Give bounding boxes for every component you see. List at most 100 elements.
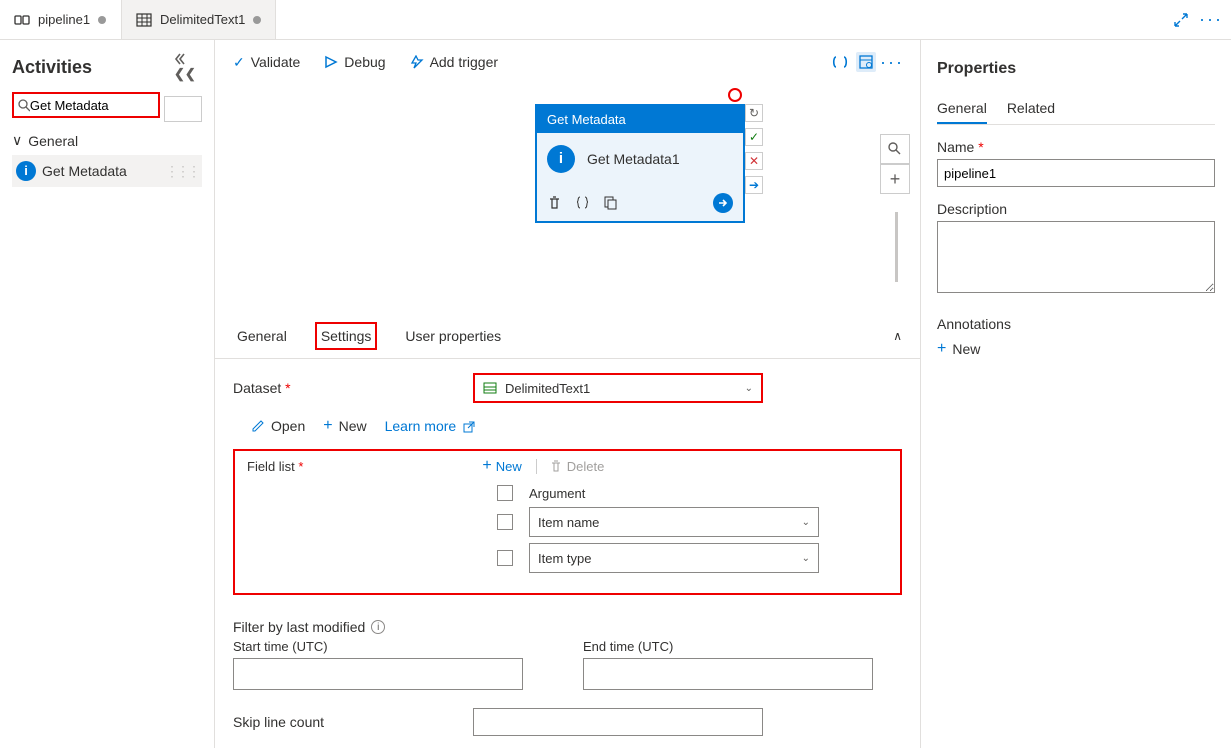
- open-dataset-button[interactable]: Open: [251, 418, 305, 434]
- required-icon: *: [285, 380, 290, 396]
- activity-get-metadata[interactable]: Get Metadata i Get Metadata1: [535, 104, 745, 223]
- drag-handle-icon[interactable]: ⋮⋮⋮: [165, 163, 198, 180]
- debug-button[interactable]: Debug: [324, 54, 385, 70]
- more-icon[interactable]: ···: [1201, 10, 1221, 30]
- activity-header: Get Metadata: [537, 106, 743, 133]
- start-time-label: Start time (UTC): [233, 639, 523, 654]
- subtab-general[interactable]: General: [233, 324, 291, 348]
- arrow-right-icon[interactable]: [713, 193, 733, 213]
- dataset-icon: [136, 12, 152, 28]
- start-time-input[interactable]: [233, 658, 523, 690]
- more-actions-button[interactable]: ···: [882, 52, 902, 72]
- collapse-sidebar-icon[interactable]: ❮❮: [174, 52, 202, 82]
- new-dataset-button[interactable]: + New: [323, 417, 366, 435]
- sidebar-title: Activities: [12, 57, 92, 78]
- field-list-delete-button: Delete: [536, 459, 605, 474]
- annotations-new-button[interactable]: + New: [937, 340, 1215, 358]
- argument-header-label: Argument: [529, 486, 585, 501]
- prop-tab-general[interactable]: General: [937, 94, 987, 124]
- unsaved-dot-icon: [253, 16, 261, 24]
- debug-label: Debug: [344, 54, 385, 70]
- field-dropdown-item-name[interactable]: Item name ⌄: [529, 507, 819, 537]
- plus-icon: +: [482, 457, 491, 475]
- filter-label: Filter by last modified: [233, 619, 365, 635]
- info-icon: i: [16, 161, 36, 181]
- status-fail-icon[interactable]: ✕: [745, 152, 763, 170]
- subtab-user-properties[interactable]: User properties: [401, 324, 505, 348]
- code-view-button[interactable]: [830, 52, 850, 72]
- chevron-down-icon: ∨: [12, 132, 22, 149]
- learn-more-label: Learn more: [385, 418, 457, 434]
- activities-sidebar: Activities ❮❮ ∨ General i Get Metadata ⋮…: [0, 40, 215, 748]
- canvas-search-button[interactable]: [880, 134, 910, 164]
- add-trigger-button[interactable]: Add trigger: [410, 54, 498, 70]
- field-list-new-button[interactable]: + New: [482, 457, 521, 475]
- name-input[interactable]: [937, 159, 1215, 187]
- activity-status-icons: ↻ ✓ ✕ ➔: [745, 104, 763, 194]
- chevron-down-icon: ⌄: [745, 383, 753, 394]
- field-row-checkbox[interactable]: [497, 550, 513, 566]
- annotations-new-label: New: [952, 341, 980, 357]
- canvas-divider: [895, 212, 898, 282]
- search-icon: [18, 99, 30, 112]
- open-label: Open: [271, 418, 305, 434]
- field-list-section: Field list * + New Delete Argument: [233, 449, 902, 595]
- pencil-icon: [251, 419, 265, 433]
- tab-delimitedtext1[interactable]: DelimitedText1: [121, 0, 276, 39]
- annotations-label: Annotations: [937, 316, 1215, 332]
- collapse-icon[interactable]: [1171, 10, 1191, 30]
- properties-pane: Properties General Related Name * Descri…: [921, 40, 1231, 748]
- canvas-add-button[interactable]: +: [880, 164, 910, 194]
- pipeline-canvas[interactable]: Get Metadata i Get Metadata1: [215, 84, 920, 314]
- activity-search-box[interactable]: [12, 92, 160, 118]
- delete-icon[interactable]: [547, 195, 563, 211]
- unsaved-dot-icon: [98, 16, 106, 24]
- status-retry-icon[interactable]: ↻: [745, 104, 763, 122]
- general-group-toggle[interactable]: ∨ General: [12, 126, 202, 155]
- chevron-down-icon: ⌄: [802, 553, 810, 564]
- status-skip-icon[interactable]: ➔: [745, 176, 763, 194]
- dataset-label: Dataset: [233, 380, 281, 396]
- field-value-label: Item name: [538, 515, 599, 530]
- fl-delete-label: Delete: [567, 459, 605, 474]
- end-time-input[interactable]: [583, 658, 873, 690]
- validate-button[interactable]: ✓ Validate: [233, 54, 300, 71]
- braces-icon[interactable]: [575, 195, 591, 211]
- tab-delimitedtext1-label: DelimitedText1: [160, 12, 245, 27]
- learn-more-link[interactable]: Learn more: [385, 418, 476, 434]
- name-field-label: Name: [937, 139, 974, 155]
- dataset-value: DelimitedText1: [505, 381, 590, 396]
- dataset-icon: [483, 381, 497, 395]
- properties-title: Properties: [937, 60, 1215, 78]
- prop-tab-related[interactable]: Related: [1007, 94, 1055, 124]
- chevron-down-icon: ⌄: [802, 517, 810, 528]
- field-dropdown-item-type[interactable]: Item type ⌄: [529, 543, 819, 573]
- activity-item-label: Get Metadata: [42, 163, 127, 179]
- dataset-dropdown[interactable]: DelimitedText1 ⌄: [473, 373, 763, 403]
- info-tooltip-icon[interactable]: i: [371, 620, 385, 634]
- activity-item-get-metadata[interactable]: i Get Metadata ⋮⋮⋮: [12, 155, 202, 187]
- activity-search-input[interactable]: [30, 98, 155, 113]
- end-time-label: End time (UTC): [583, 639, 873, 654]
- required-icon: *: [978, 139, 983, 155]
- argument-header-checkbox[interactable]: [497, 485, 513, 501]
- add-trigger-label: Add trigger: [430, 54, 498, 70]
- field-value-label: Item type: [538, 551, 591, 566]
- skip-line-input[interactable]: [473, 708, 763, 736]
- play-icon: [324, 55, 338, 69]
- new-label: New: [339, 418, 367, 434]
- search-count-box: [164, 96, 202, 122]
- status-success-icon[interactable]: ✓: [745, 128, 763, 146]
- tab-pipeline1[interactable]: pipeline1: [0, 0, 121, 39]
- description-textarea[interactable]: [937, 221, 1215, 293]
- field-row-checkbox[interactable]: [497, 514, 513, 530]
- copy-icon[interactable]: [603, 195, 619, 211]
- tab-pipeline1-label: pipeline1: [38, 12, 90, 27]
- properties-toggle-button[interactable]: [856, 52, 876, 72]
- activity-name-label: Get Metadata1: [587, 151, 680, 167]
- collapse-panel-button[interactable]: ∧: [893, 329, 902, 343]
- validation-error-icon: [728, 88, 742, 102]
- plus-icon: +: [323, 417, 332, 435]
- required-icon: *: [298, 459, 303, 474]
- subtab-settings[interactable]: Settings: [315, 322, 378, 350]
